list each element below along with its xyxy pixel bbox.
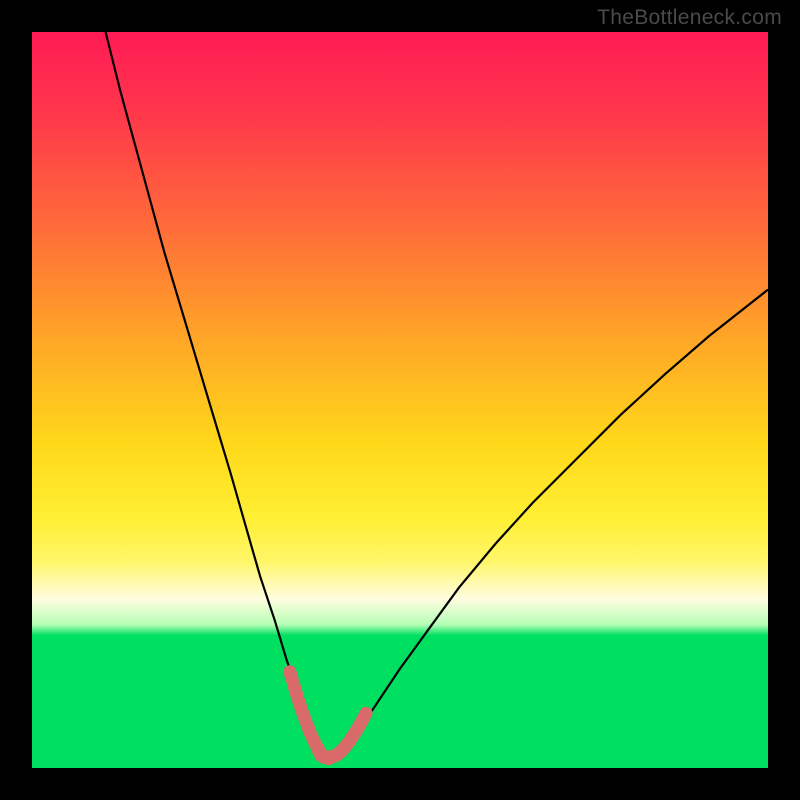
- chart-frame: TheBottleneck.com: [0, 0, 800, 800]
- plot-area: [32, 32, 768, 768]
- bottleneck-svg: [32, 32, 768, 768]
- near-zero-markers: [282, 664, 375, 768]
- watermark-text: TheBottleneck.com: [597, 6, 782, 30]
- bottleneck-curve: [106, 32, 768, 757]
